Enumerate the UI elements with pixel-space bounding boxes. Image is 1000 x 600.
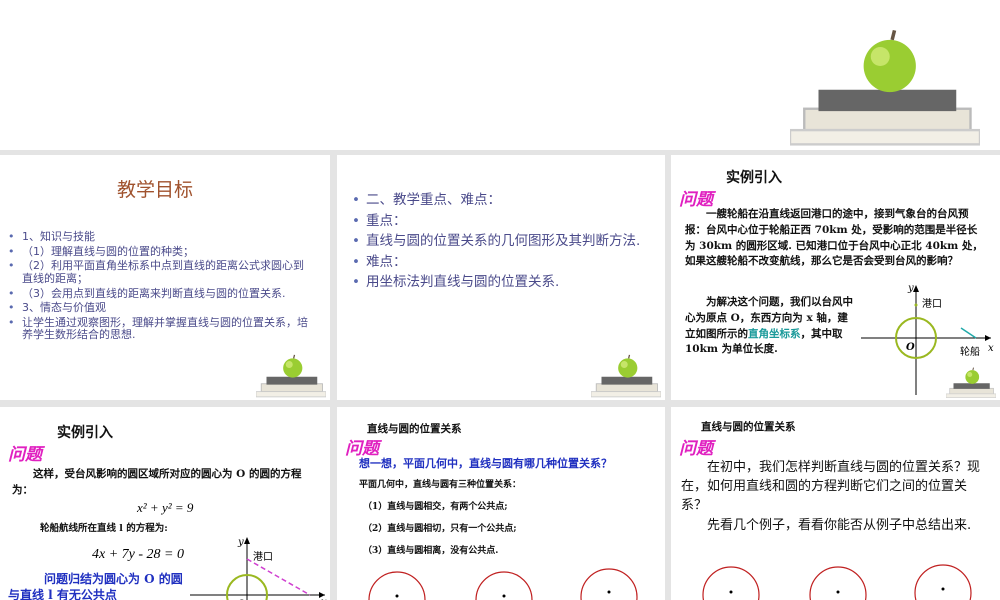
coordinate-system-link[interactable]: 直角坐标系: [748, 328, 801, 340]
y-axis-label: y: [907, 283, 914, 294]
list-item: （1）理解直线与圆的位置的种类；: [8, 245, 308, 259]
origin-label: O: [906, 342, 915, 353]
intro-text: 在初中，我们怎样判断直线与圆的位置关系？现在，如何用直线和圆的方程判断它们之间的…: [681, 460, 981, 513]
relation-item: （1）直线与圆相交，有两个公共点;: [363, 502, 508, 512]
slide-teaching-goals[interactable]: 教学目标 1、知识与技能 （1）理解直线与圆的位置的种类； （2）利用平面直角坐…: [0, 155, 330, 400]
goal-list: 1、知识与技能 （1）理解直线与圆的位置的种类； （2）利用平面直角坐标系中点到…: [8, 230, 308, 344]
list-item: （3）会用点到直线的距离来判断直线与圆的位置关系.: [8, 287, 308, 301]
list-item: 重点：: [352, 213, 652, 230]
question-text: 想一想，平面几何中，直线与圆有哪几种位置关系？: [359, 457, 612, 470]
slide-key-points[interactable]: 二、教学重点、难点： 重点： 直线与圆的位置关系的几何图形及其判断方法. 难点：…: [337, 155, 665, 400]
list-item: 用坐标法判直线与圆的位置关系.: [352, 275, 652, 291]
intro-text: 平面几何中，直线与圆有三种位置关系：: [359, 480, 522, 490]
slide-title: 教学目标: [116, 179, 193, 201]
apple-books-image: [946, 367, 996, 399]
conclusion-text: 问题归结为圆心为 O 的圆与直线 l 有无公共点: [8, 572, 183, 600]
list-item: （2）利用平面直角坐标系中点到直线的距离公式求圆心到直线的距离；: [8, 259, 308, 285]
prompt-text: 先看几个例子，看看你能否从例子中总结出来.: [707, 518, 972, 533]
slide-title: 实例引入: [57, 425, 113, 441]
slide-title: 直线与圆的位置关系: [701, 421, 796, 433]
apple-books-image: [256, 354, 326, 398]
apple-books-image: [591, 354, 661, 398]
question-badge: 问题: [679, 439, 713, 459]
circle-equation: x² + y² = 9: [137, 500, 194, 515]
circle-diagrams: [368, 568, 638, 600]
port-label: 港口: [253, 551, 273, 563]
list-item: 3、情态与价值观: [8, 302, 308, 315]
list-item: 二、教学重点、难点：: [352, 192, 652, 209]
circle-text: 这样，受台风影响的圆区域所对应的圆心为 O 的圆的方程为：: [12, 468, 302, 496]
x-axis-label: x: [988, 343, 994, 354]
relation-item: （2）直线与圆相切，只有一个公共点;: [363, 524, 517, 534]
list-item: 直线与圆的位置关系的几何图形及其判断方法.: [352, 234, 652, 250]
solution-text: 为解决这个问题，我们以台风中心为原点 O，东西方向为 x 轴，建立如图所示的直角…: [685, 295, 855, 358]
port-label: 港口: [922, 298, 942, 310]
list-item: 1、知识与技能: [8, 230, 308, 244]
slide-title: 直线与圆的位置关系: [367, 423, 462, 435]
slide-judging-relations[interactable]: 直线与圆的位置关系 问题 在初中，我们怎样判断直线与圆的位置关系？现在，如何用直…: [671, 407, 1000, 600]
line-equation: 4x + 7y - 28 = 0: [92, 547, 184, 562]
circle-diagrams: [702, 564, 972, 600]
slide-example-intro[interactable]: 实例引入 问题 一艘轮船在沿直线返回港口的途中，接到气象台的台风预报：台风中心位…: [671, 155, 1000, 400]
ship-label: 轮船: [960, 345, 980, 358]
slide-title: 实例引入: [726, 170, 782, 186]
line-text: 轮船航线所在直线 l 的方程为:: [40, 523, 168, 534]
top-banner: [0, 0, 1000, 150]
key-point-list: 二、教学重点、难点： 重点： 直线与圆的位置关系的几何图形及其判断方法. 难点：…: [352, 192, 652, 296]
list-item: 让学生通过观察图形，理解并掌握直线与圆的位置关系，培养学生数形结合的思想.: [8, 316, 308, 342]
y-axis-label: y: [237, 537, 244, 548]
apple-books-image: [790, 28, 980, 147]
coordinate-figure: y x O 港口 轮船: [190, 537, 327, 600]
relation-item: （3）直线与圆相离，没有公共点.: [363, 546, 499, 556]
slide-example-equations[interactable]: 实例引入 问题 这样，受台风影响的圆区域所对应的圆心为 O 的圆的方程为： x²…: [0, 407, 330, 600]
list-item: 难点：: [352, 254, 652, 271]
question-badge: 问题: [8, 445, 42, 465]
slide-line-circle-relations[interactable]: 直线与圆的位置关系 问题 想一想，平面几何中，直线与圆有哪几种位置关系？ 平面几…: [337, 407, 665, 600]
problem-text: 一艘轮船在沿直线返回港口的途中，接到气象台的台风预报：台风中心位于轮船正西 70…: [685, 208, 983, 268]
